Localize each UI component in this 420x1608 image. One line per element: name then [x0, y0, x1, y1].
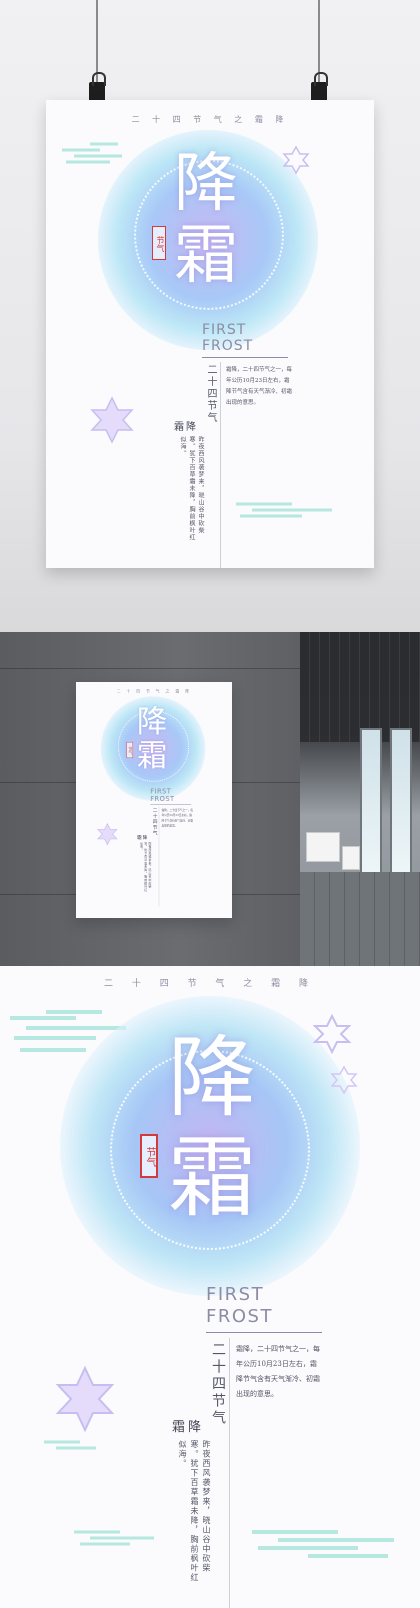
window [390, 728, 412, 878]
title-char-jiang: 降 [174, 147, 238, 221]
poster-large: 二 十 四 节 气 之 霜 降 降 节气 霜 FIRST FROST 二十四节气… [46, 100, 374, 568]
poem-text: 昨夜西风袭梦来，晓山谷中砍柴寒。犹下百草霜未降，胸前枫叶红似海。 [179, 436, 204, 541]
hanging-wire [96, 0, 98, 82]
cloud-pattern-icon [74, 1530, 154, 1546]
desk [342, 846, 360, 870]
cloud-pattern-icon [44, 1440, 96, 1450]
floor [300, 872, 420, 966]
red-seal: 节气 [140, 1134, 158, 1178]
description-text: 霜降，二十四节气之一，每年公历10月23日左右，霜降节气含有天气渐冷、初霜出现的… [161, 808, 194, 828]
english-title-line-1: FIRST [202, 322, 247, 338]
title-char-shuang: 霜 [136, 738, 168, 774]
snowflake-icon [282, 146, 310, 174]
poem-text: 昨夜西风袭梦来，晓山谷中砍柴寒。犹下百草霜未降，胸前枫叶红似海。 [178, 1440, 211, 1583]
title-char-jiang: 降 [136, 704, 168, 740]
poem-text: 昨夜西风袭梦来，晓山谷中砍柴寒。犹下百草霜未降，胸前枫叶红似海。 [139, 841, 152, 892]
divider [202, 357, 288, 358]
term-name: 霜降 [136, 835, 149, 841]
red-seal: 节气 [152, 226, 166, 260]
binder-clip-icon [311, 72, 328, 102]
cloud-pattern-icon [236, 502, 332, 518]
snowflake-icon [90, 396, 134, 444]
red-seal: 节气 [126, 741, 134, 759]
poster-small: 二 十 四 节 气 之 霜 降 降 节气 霜 FIRST FROST 二十四节气… [76, 682, 232, 918]
description-text: 霜降，二十四节气之一，每年公历10月23日左右，霜降节气含有天气渐冷、初霜出现的… [236, 1345, 320, 1398]
title-char-shuang: 霜 [168, 1126, 257, 1229]
hanging-wire [318, 0, 320, 82]
poster-top-line: 二 十 四 节 气 之 霜 降 [103, 979, 317, 989]
poster-top-line: 二 十 四 节 气 之 霜 降 [131, 115, 289, 124]
english-title-line-2: FROST [206, 1306, 273, 1327]
divider [206, 1332, 322, 1333]
description-text: 霜降，二十四节气之一，每年公历10月23日左右，霜降节气含有天气渐冷、初霜出现的… [226, 367, 293, 406]
term-name: 霜降 [172, 1420, 205, 1435]
office-interior [300, 632, 420, 966]
cloud-pattern-icon [252, 1530, 394, 1558]
solar-term-label: 二十四节气 [205, 364, 216, 424]
snowflake-icon [312, 1014, 352, 1054]
english-title-line-2: FROST [150, 795, 175, 803]
title-char-shuang: 霜 [174, 219, 238, 293]
binder-clip-icon [89, 72, 106, 102]
hanging-poster-mockup: 二 十 四 节 气 之 霜 降 降 节气 霜 FIRST FROST 二十四节气… [0, 0, 420, 632]
solar-term-label: 二十四节气 [210, 1342, 226, 1427]
english-title-line-1: FIRST [206, 1284, 265, 1305]
english-title-line-2: FROST [202, 338, 254, 354]
snowflake-icon [97, 822, 118, 846]
desk [306, 832, 340, 862]
snowflake-icon [330, 1066, 358, 1094]
term-name: 霜降 [174, 422, 198, 433]
vertical-divider [220, 362, 221, 568]
poster-top-line: 二 十 四 节 气 之 霜 降 [116, 689, 192, 694]
window [360, 728, 382, 878]
title-char-jiang: 降 [168, 1026, 257, 1129]
wall-panel-line [0, 668, 300, 669]
solar-term-label: 二十四节气 [151, 807, 157, 837]
poster-closeup: 二 十 四 节 气 之 霜 降 降 节气 霜 FIRST FROST 二十四节气… [0, 966, 420, 1608]
snowflake-icon [55, 1366, 115, 1432]
vertical-divider [229, 1338, 230, 1608]
room-mockup: 二 十 四 节 气 之 霜 降 降 节气 霜 FIRST FROST 二十四节气… [0, 632, 420, 966]
ceiling-grid [300, 632, 420, 742]
english-title-line-1: FIRST [150, 787, 172, 796]
